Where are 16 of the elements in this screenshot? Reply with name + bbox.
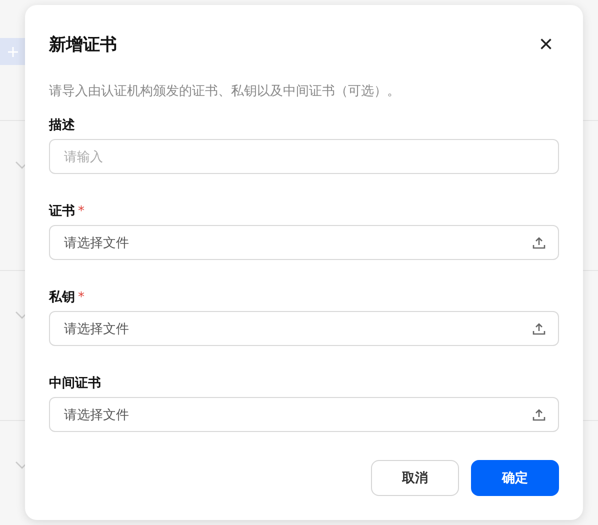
confirm-button[interactable]: 确定 [471,460,559,496]
dialog-description: 请导入由认证机构颁发的证书、私钥以及中间证书（可选）。 [49,83,401,100]
file-field[interactable]: 请选择文件 [49,397,559,432]
upload-icon [532,236,546,250]
upload-icon [532,408,546,422]
field-label: 中间证书 [49,375,102,392]
field-label: 证书 * [49,203,86,220]
close-button[interactable]: × [532,34,559,54]
field-label: 描述 [49,117,76,134]
field-label: 私钥 * [49,289,86,306]
upload-icon [532,322,546,336]
dialog-title: 新增证书 [49,34,117,56]
file-field[interactable]: 请选择文件 [49,225,559,260]
plus-icon [8,46,18,56]
cancel-button[interactable]: 取消 [371,460,459,496]
file-field[interactable]: 请选择文件 [49,311,559,346]
